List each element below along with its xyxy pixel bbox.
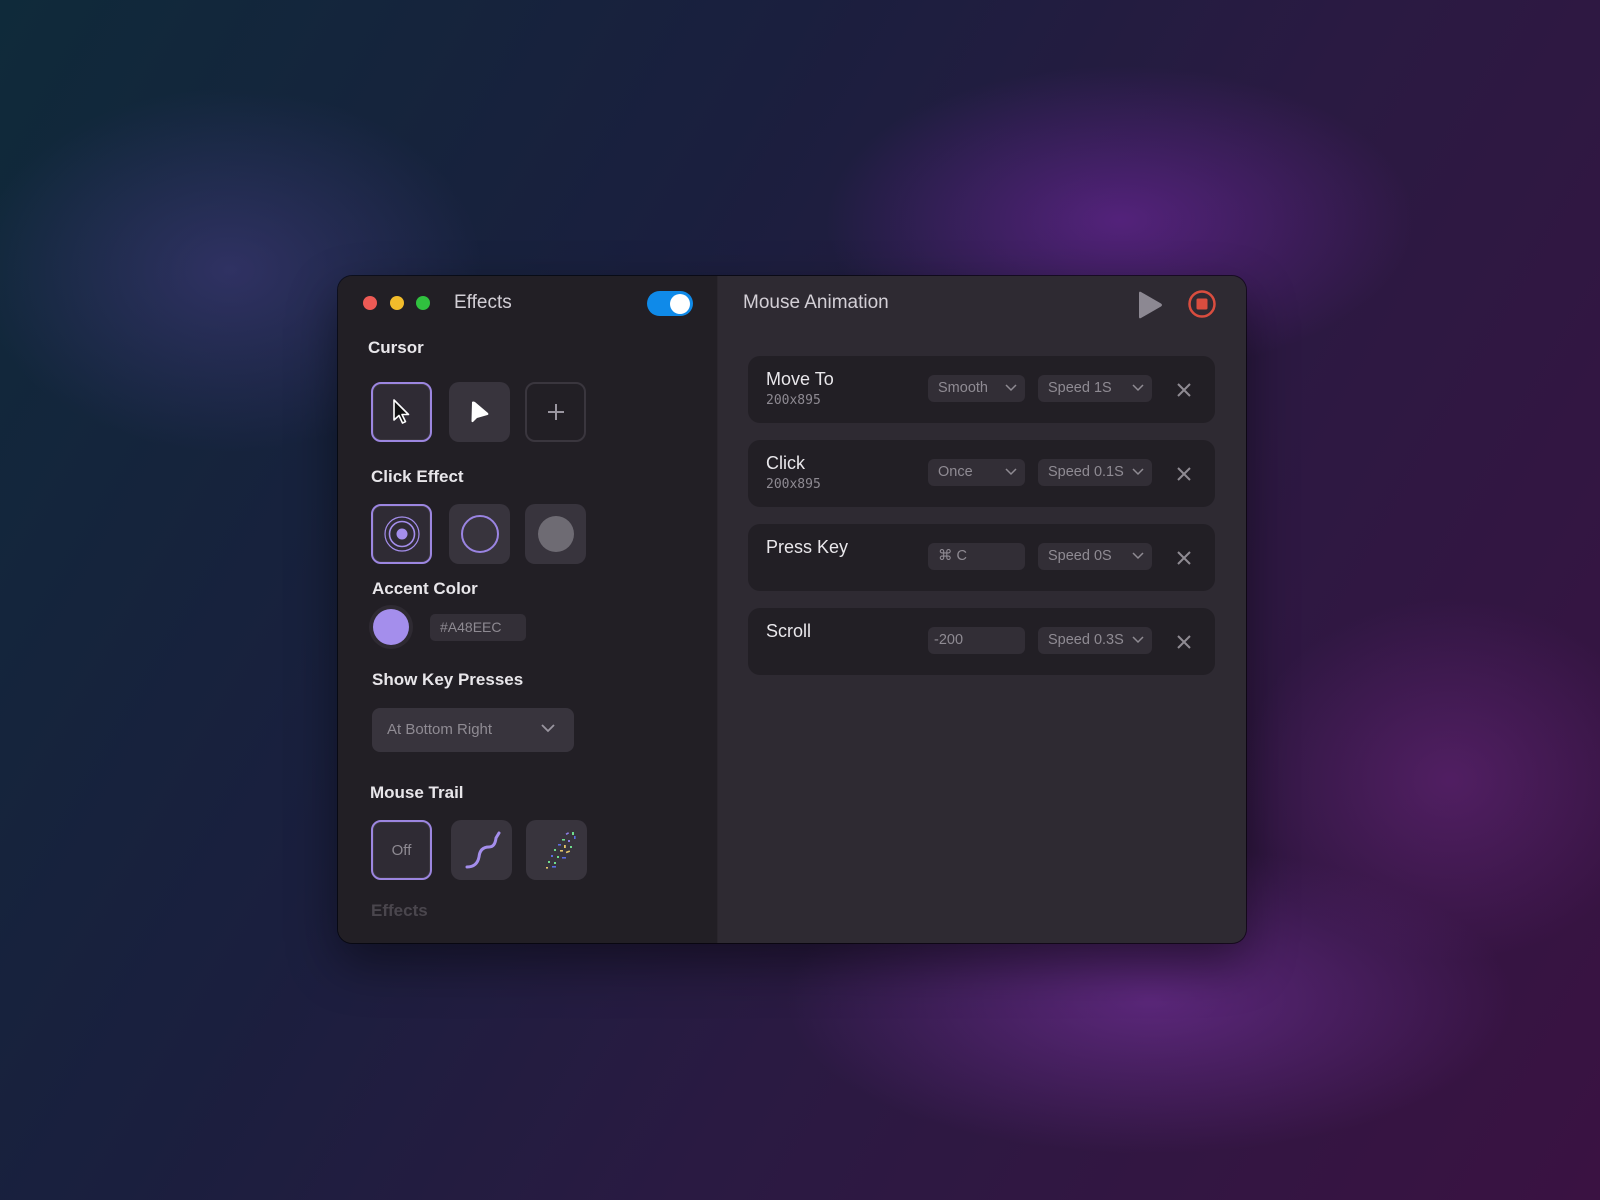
- effects-section-label: Effects: [371, 901, 428, 920]
- mouse-trail-off-label: Off: [391, 841, 412, 859]
- key-presses-section-label: Show Key Presses: [372, 670, 524, 689]
- accent-hex-input[interactable]: #A48EEC: [430, 614, 526, 641]
- speed-value: Speed 0S: [1048, 548, 1112, 564]
- confetti-trail-icon: [545, 832, 576, 869]
- speed-value: Speed 1S: [1048, 380, 1112, 396]
- chevron-down-icon: [1132, 552, 1144, 560]
- action-coord: 200x895: [766, 477, 821, 492]
- action-name: Press Key: [766, 537, 849, 557]
- plus-icon: [547, 404, 564, 420]
- mouse-trail-section-label: Mouse Trail: [370, 783, 464, 802]
- arrow-cursor-icon: [392, 399, 409, 424]
- click-count-select[interactable]: Once: [928, 459, 1025, 486]
- chevron-down-icon: [1005, 384, 1017, 392]
- wave-trail-icon: [465, 831, 500, 869]
- motion-select[interactable]: Smooth: [928, 375, 1025, 402]
- speed-select[interactable]: Speed 0S: [1038, 543, 1152, 570]
- action-card: Press Key ⌘ C Speed 0S: [748, 524, 1215, 591]
- click-effect-option-ring[interactable]: [449, 504, 510, 564]
- play-icon[interactable]: [1136, 290, 1164, 320]
- action-card: Move To 200x895 Smooth Speed 1S: [748, 356, 1215, 423]
- click-effect-option-ripple[interactable]: [371, 504, 432, 564]
- add-cursor-button[interactable]: [525, 382, 586, 442]
- mouse-animation-panel: Mouse Animation Move To 200x895 Smooth S…: [717, 276, 1246, 943]
- motion-value: Smooth: [938, 380, 988, 396]
- ring-icon: [460, 515, 499, 553]
- speed-select[interactable]: Speed 0.3S: [1038, 627, 1152, 654]
- speed-select[interactable]: Speed 1S: [1038, 375, 1152, 402]
- effects-toggle[interactable]: [647, 291, 693, 316]
- accent-color-swatch[interactable]: [373, 609, 409, 645]
- action-name: Move To: [766, 369, 834, 389]
- cursor-section-label: Cursor: [368, 338, 424, 357]
- chevron-down-icon: [1132, 468, 1144, 476]
- ripple-dot-icon: [383, 516, 420, 552]
- panel-title: Mouse Animation: [743, 292, 889, 313]
- filled-circle-icon: [537, 516, 574, 552]
- cursor-option-pointer[interactable]: [449, 382, 510, 442]
- action-card: Click 200x895 Once Speed 0.1S: [748, 440, 1215, 507]
- click-effect-section-label: Click Effect: [371, 467, 464, 486]
- chevron-down-icon: [541, 724, 555, 733]
- mouse-trail-option-confetti[interactable]: [526, 820, 587, 880]
- remove-action-icon[interactable]: [1176, 382, 1192, 398]
- cursor-option-arrow[interactable]: [371, 382, 432, 442]
- mouse-trail-option-wave[interactable]: [451, 820, 512, 880]
- toggle-knob: [670, 293, 690, 314]
- accent-color-section-label: Accent Color: [372, 579, 478, 598]
- pointer-triangle-icon: [471, 401, 488, 423]
- maximize-window-button[interactable]: [416, 296, 430, 310]
- close-window-button[interactable]: [363, 296, 377, 310]
- speed-value: Speed 0.1S: [1048, 464, 1124, 480]
- effects-window: Effects Cursor Click Effect Accent Color…: [338, 276, 1246, 943]
- remove-action-icon[interactable]: [1176, 550, 1192, 566]
- minimize-window-button[interactable]: [390, 296, 404, 310]
- key-presses-select[interactable]: At Bottom Right: [372, 708, 574, 752]
- speed-value: Speed 0.3S: [1048, 632, 1124, 648]
- action-name: Click: [766, 453, 805, 473]
- speed-select[interactable]: Speed 0.1S: [1038, 459, 1152, 486]
- chevron-down-icon: [1132, 636, 1144, 644]
- remove-action-icon[interactable]: [1176, 466, 1192, 482]
- chevron-down-icon: [1005, 468, 1017, 476]
- effects-sidebar: Effects Cursor Click Effect Accent Color…: [338, 276, 717, 943]
- window-title: Effects: [454, 292, 512, 313]
- action-card: Scroll -200 Speed 0.3S: [748, 608, 1215, 675]
- remove-action-icon[interactable]: [1176, 634, 1192, 650]
- mouse-trail-option-off[interactable]: Off: [371, 820, 432, 880]
- click-effect-option-filled[interactable]: [525, 504, 586, 564]
- action-name: Scroll: [766, 621, 812, 641]
- scroll-amount-input[interactable]: -200: [928, 627, 1025, 654]
- stop-icon[interactable]: [1187, 289, 1217, 319]
- key-combo-input[interactable]: ⌘ C: [928, 543, 1025, 570]
- click-count-value: Once: [938, 464, 973, 480]
- action-coord: 200x895: [766, 393, 821, 408]
- key-presses-value: At Bottom Right: [387, 721, 493, 738]
- chevron-down-icon: [1132, 384, 1144, 392]
